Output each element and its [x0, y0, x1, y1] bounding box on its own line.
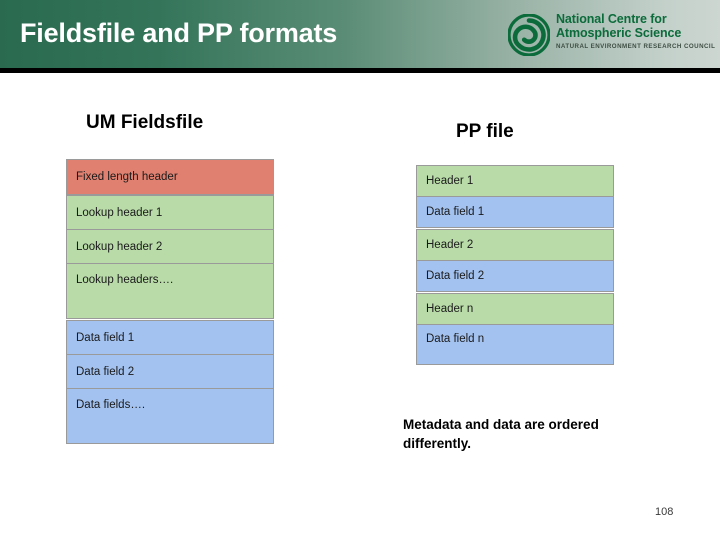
- pp-record-group: Header 2 Data field 2: [416, 229, 614, 292]
- ncas-logo-text: National Centre for Atmospheric Science …: [556, 12, 716, 50]
- page-number: 108: [655, 506, 674, 518]
- um-fieldsfile-heading: UM Fieldsfile: [86, 112, 204, 133]
- pp-record-group: Header n Data field n: [416, 293, 614, 365]
- um-fixed-length-header-block: Fixed length header: [66, 159, 274, 195]
- um-lookup-row: Lookup header 1: [67, 196, 273, 230]
- pp-header-row: Header n: [417, 294, 613, 325]
- um-data-row: Data fields….: [76, 399, 146, 411]
- pp-data-row: Data field 2: [417, 261, 613, 291]
- page-title: Fieldsfile and PP formats: [20, 18, 338, 48]
- pp-data-row: Data field n: [417, 325, 613, 364]
- pp-data-row: Data field 1: [417, 197, 613, 227]
- ncas-logo-subtitle: NATURAL ENVIRONMENT RESEARCH COUNCIL: [556, 43, 716, 50]
- header-divider-rule: [0, 68, 720, 73]
- um-data-row: Data field 1: [67, 321, 273, 355]
- pp-file-heading: PP file: [456, 121, 514, 142]
- ncas-spiral-logo-icon: [507, 13, 551, 57]
- um-data-field-group: Data field 1 Data field 2 Data fields….: [66, 320, 274, 444]
- um-lookup-row: Lookup headers….: [76, 274, 174, 286]
- diagram-caption: Metadata and data are ordered differentl…: [403, 417, 599, 451]
- ncas-logo: National Centre for Atmospheric Science …: [507, 12, 716, 58]
- pp-header-row: Header 1: [417, 166, 613, 197]
- ncas-logo-line-2: Atmospheric Science: [556, 26, 682, 40]
- ncas-logo-line-1: National Centre for: [556, 12, 667, 26]
- um-lookup-header-group: Lookup header 1 Lookup header 2 Lookup h…: [66, 195, 274, 319]
- pp-header-row: Header 2: [417, 230, 613, 261]
- um-lookup-row: Lookup header 2: [67, 230, 273, 264]
- pp-record-group: Header 1 Data field 1: [416, 165, 614, 228]
- um-data-row: Data field 2: [67, 355, 273, 389]
